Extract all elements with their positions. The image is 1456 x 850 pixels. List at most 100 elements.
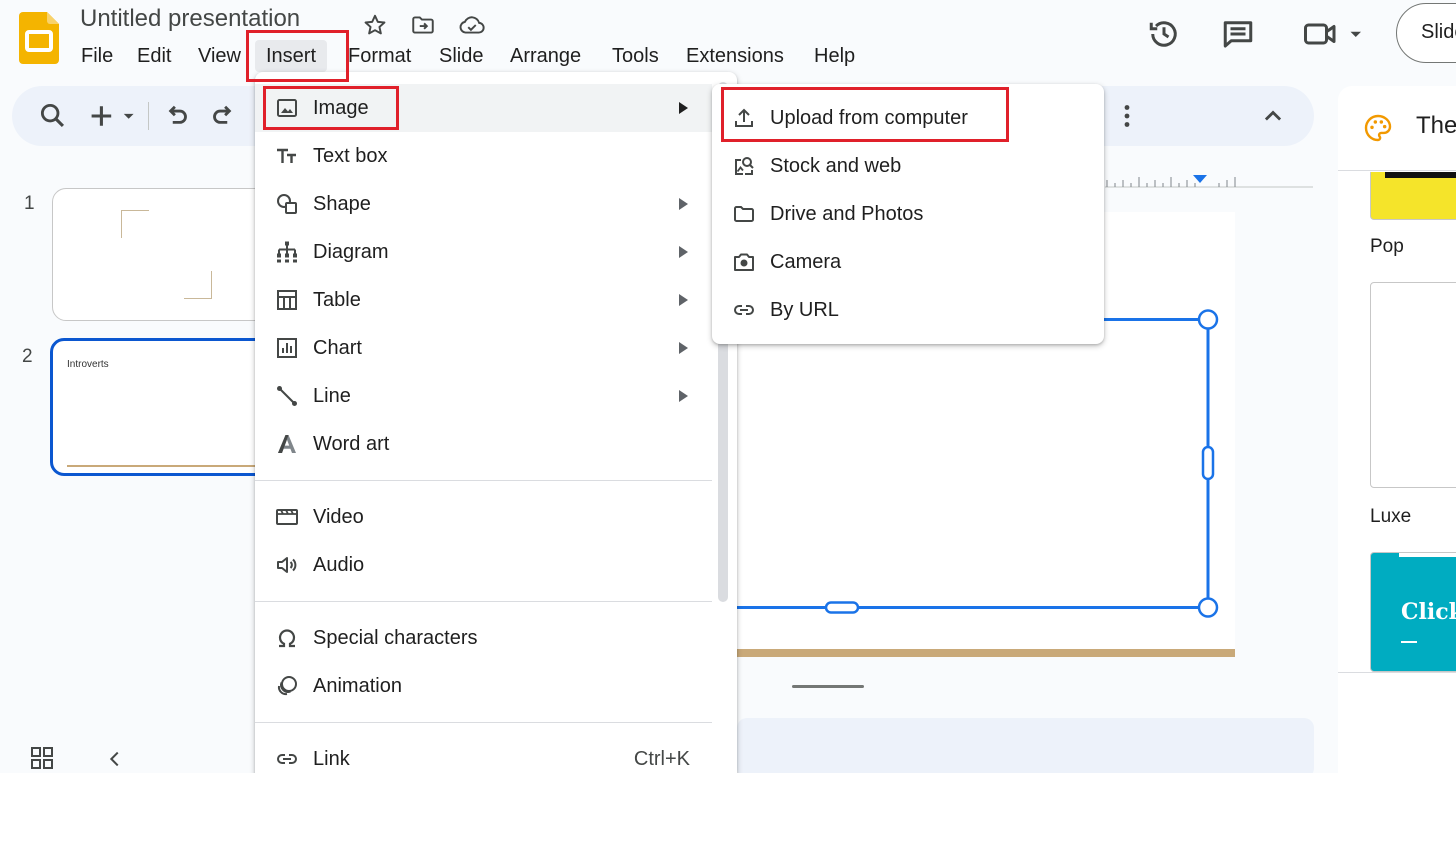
new-slide-icon[interactable] [86, 99, 142, 133]
speaker-notes-area[interactable] [737, 718, 1314, 773]
document-title[interactable]: Untitled presentation [80, 5, 300, 33]
menu-item-label: Diagram [313, 241, 389, 263]
submenu-item-label: Upload from computer [770, 107, 968, 129]
undo-icon[interactable] [160, 99, 194, 133]
menu-tools[interactable]: Tools [601, 40, 670, 72]
more-options-icon[interactable] [1110, 99, 1144, 133]
shape-icon [275, 192, 299, 216]
menu-item-label: Image [313, 97, 369, 119]
menu-item-label: Table [313, 289, 361, 311]
insert-menu-chart[interactable]: Chart [255, 324, 712, 372]
menu-item-label: Line [313, 385, 351, 407]
grid-view-icon[interactable] [30, 746, 54, 770]
menu-file[interactable]: File [70, 40, 124, 72]
submenu-arrow-icon [677, 101, 689, 115]
insert-menu-special-characters[interactable]: Special characters [255, 614, 712, 662]
slides-logo-icon[interactable] [19, 12, 59, 64]
slide-number-2: 2 [22, 346, 33, 367]
upload-icon [732, 106, 756, 130]
selected-textbox-outline[interactable] [728, 308, 1222, 620]
theme-name-luxe: Luxe [1370, 506, 1412, 527]
submenu-item-label: By URL [770, 299, 839, 321]
menu-help[interactable]: Help [803, 40, 866, 72]
text-box-icon [275, 144, 299, 168]
menu-edit[interactable]: Edit [126, 40, 182, 72]
slideshow-button[interactable]: Slideshow [1396, 3, 1456, 63]
insert-menu-word-art[interactable]: Word art [255, 420, 712, 468]
menu-arrange[interactable]: Arrange [499, 40, 592, 72]
meet-video-call-icon[interactable] [1302, 16, 1366, 52]
theme-preview-text: Click [1401, 599, 1456, 625]
menu-item-label: Word art [313, 433, 390, 455]
thumbnail-bottom-line [67, 465, 279, 467]
menu-item-label: Text box [313, 145, 388, 167]
menu-separator [255, 722, 712, 723]
menu-item-label: Special characters [313, 627, 478, 649]
menu-format[interactable]: Format [337, 40, 422, 72]
search-menus-icon[interactable] [36, 99, 70, 133]
camera-icon [732, 250, 756, 274]
table-icon [275, 288, 299, 312]
insert-menu-video[interactable]: Video [255, 493, 712, 541]
theme-preview-third[interactable]: Click [1370, 552, 1456, 672]
image-icon [275, 96, 299, 120]
insert-menu-line[interactable]: Line [255, 372, 712, 420]
toolbar-divider [148, 102, 149, 130]
insert-menu-dropdown: Image Text box Shape Diagram Table Chart [255, 72, 737, 773]
submenu-arrow-icon [677, 293, 689, 307]
chart-icon [275, 336, 299, 360]
themes-divider [1338, 672, 1456, 673]
slide-bottom-bar [737, 649, 1235, 657]
menu-item-label: Shape [313, 193, 371, 215]
image-by-url[interactable]: By URL [712, 286, 1104, 334]
image-drive-and-photos[interactable]: Drive and Photos [712, 190, 1104, 238]
submenu-arrow-icon [677, 245, 689, 259]
diagram-icon [275, 240, 299, 264]
insert-menu-link[interactable]: Link Ctrl+K [255, 735, 712, 773]
menu-item-label: Video [313, 506, 364, 528]
submenu-arrow-icon [677, 389, 689, 403]
menu-extensions[interactable]: Extensions [675, 40, 795, 72]
insert-menu-shape[interactable]: Shape [255, 180, 712, 228]
animation-icon [275, 674, 299, 698]
redo-icon[interactable] [206, 99, 240, 133]
theme-preview-luxe[interactable] [1370, 282, 1456, 488]
version-history-icon[interactable] [1146, 16, 1182, 52]
theme-preview-pop[interactable] [1370, 172, 1456, 220]
insert-menu-animation[interactable]: Animation [255, 662, 712, 710]
image-camera[interactable]: Camera [712, 238, 1104, 286]
menu-separator [255, 480, 712, 481]
horizontal-ruler[interactable] [1105, 172, 1313, 188]
move-to-folder-icon[interactable] [410, 12, 436, 38]
insert-menu-text-box[interactable]: Text box [255, 132, 712, 180]
submenu-item-label: Camera [770, 251, 842, 273]
insert-menu-audio[interactable]: Audio [255, 541, 712, 589]
folder-icon [732, 202, 756, 226]
stock-image-search-icon [732, 154, 756, 178]
slide-thumbnail-2[interactable]: Introverts [50, 338, 282, 476]
image-upload-from-computer[interactable]: Upload from computer [712, 94, 1104, 142]
insert-menu-table[interactable]: Table [255, 276, 712, 324]
slide-number-1: 1 [24, 193, 35, 214]
collapse-toolbar-icon[interactable] [1256, 99, 1290, 133]
insert-menu-image[interactable]: Image [255, 84, 712, 132]
slide-thumbnail-1[interactable] [52, 188, 282, 321]
video-icon [275, 505, 299, 529]
line-icon [275, 384, 299, 408]
menu-separator [255, 601, 712, 602]
cloud-saved-icon[interactable] [458, 12, 485, 38]
menu-item-label: Animation [313, 675, 402, 697]
image-stock-and-web[interactable]: Stock and web [712, 142, 1104, 190]
link-icon [275, 747, 299, 771]
menu-slide[interactable]: Slide [428, 40, 494, 72]
collapse-filmstrip-icon[interactable] [104, 748, 126, 770]
insert-menu-diagram[interactable]: Diagram [255, 228, 712, 276]
submenu-arrow-icon [677, 197, 689, 211]
slides-app-window: Untitled presentation File Edit View Ins… [0, 0, 1456, 773]
star-icon[interactable] [362, 12, 388, 38]
comments-icon[interactable] [1220, 16, 1256, 52]
menu-insert[interactable]: Insert [255, 40, 328, 72]
word-art-icon [275, 432, 299, 456]
speaker-notes-resize-handle[interactable] [792, 685, 864, 688]
menu-view[interactable]: View [187, 40, 252, 72]
